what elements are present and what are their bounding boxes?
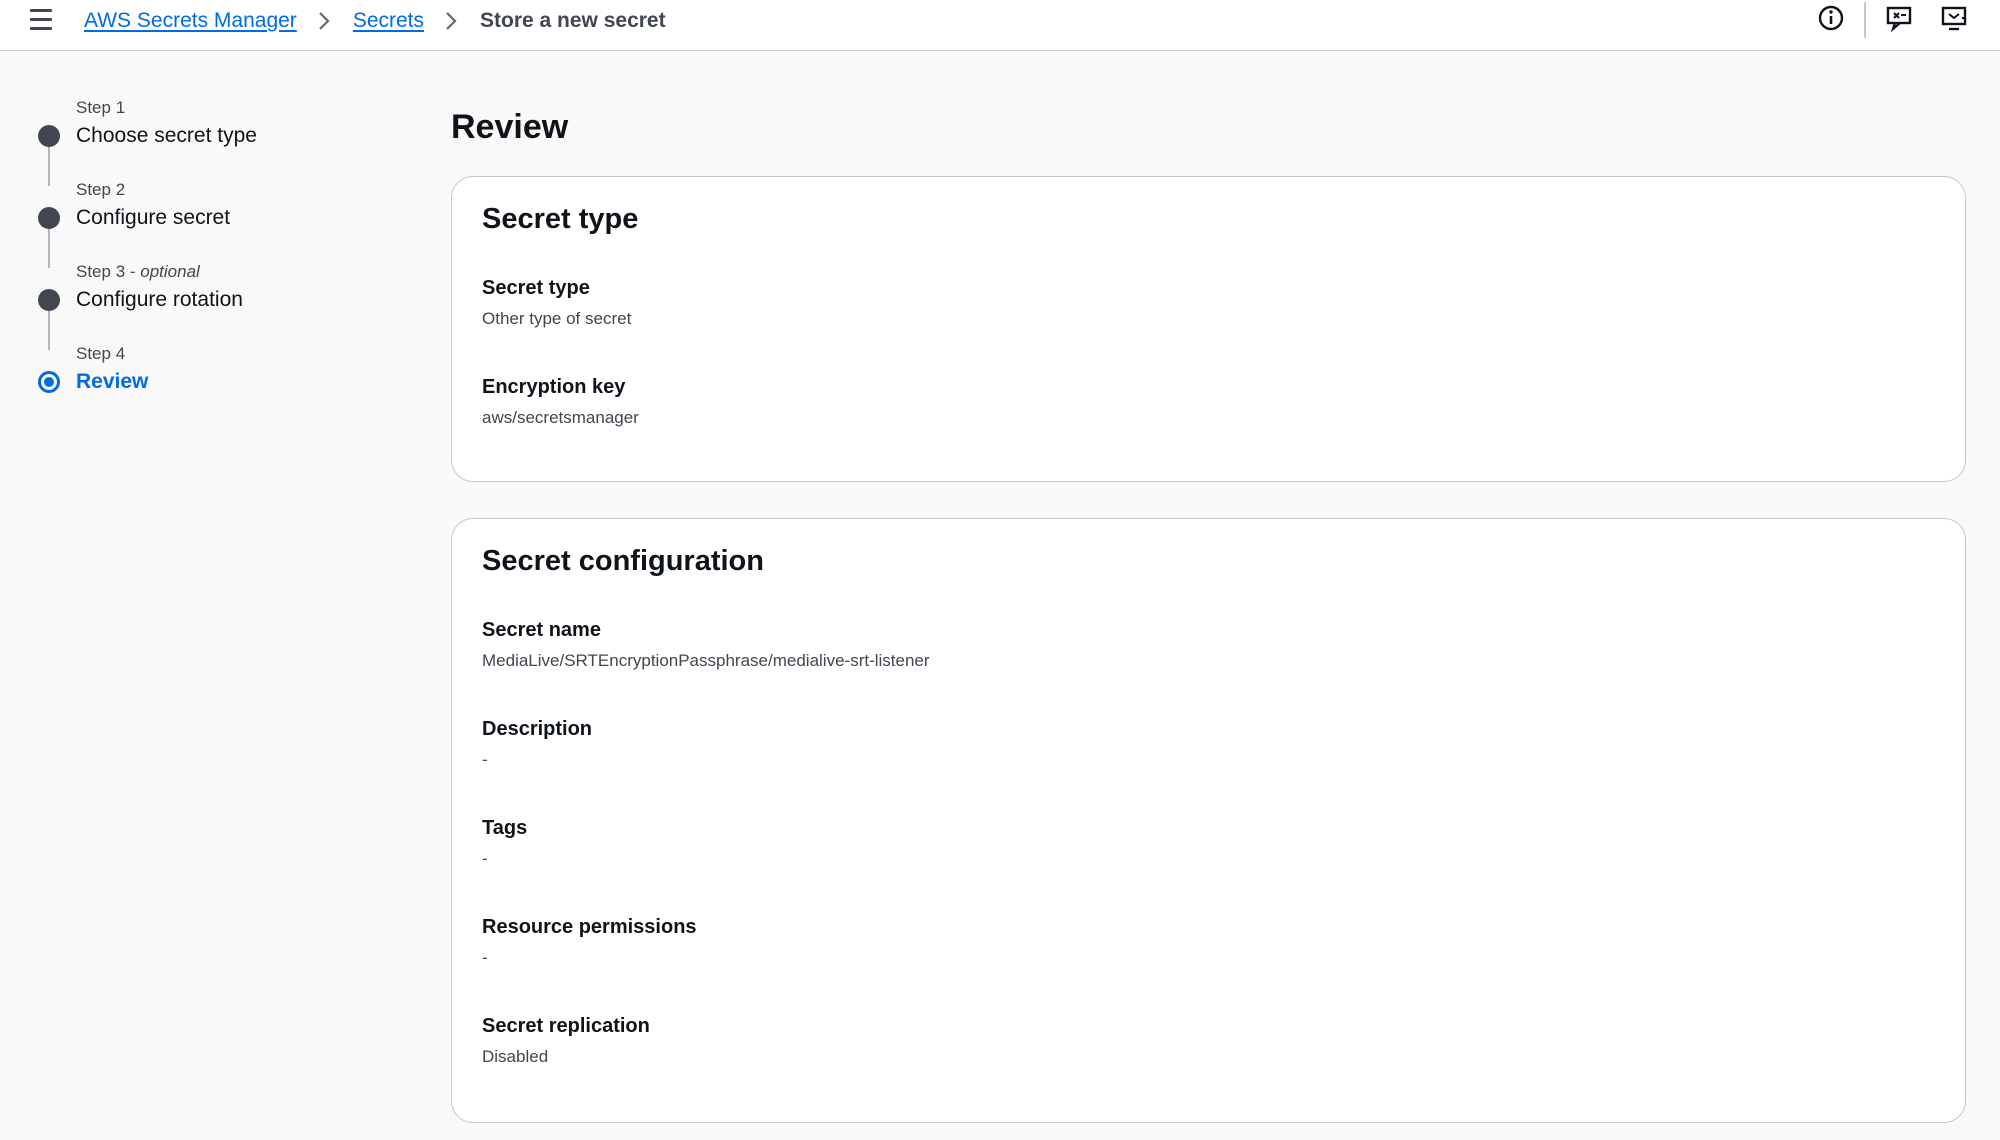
- page-title: Review: [451, 108, 569, 146]
- secret-type-card: Secret type Secret type Other type of se…: [451, 176, 1966, 482]
- step-3-optional-tag: optional: [140, 262, 200, 281]
- step-complete-indicator: [38, 289, 60, 311]
- step-2-title-link[interactable]: Configure secret: [76, 206, 230, 230]
- chat-notification-icon[interactable]: [1885, 4, 1913, 33]
- step-complete-indicator: [38, 125, 60, 147]
- breadcrumb-aws-secrets-manager[interactable]: AWS Secrets Manager: [84, 9, 297, 33]
- step-4-label: Step 4: [76, 344, 126, 363]
- secret-type-value: Other type of secret: [482, 309, 632, 328]
- toolbar-divider: [1864, 2, 1866, 38]
- secret-name-label: Secret name: [482, 619, 601, 641]
- step-1-label: Step 1: [76, 98, 126, 117]
- hamburger-menu-icon[interactable]: [30, 6, 60, 32]
- secret-replication-value: Disabled: [482, 1047, 549, 1066]
- chevron-right-icon: [444, 12, 460, 30]
- breadcrumb-current-page: Store a new secret: [480, 9, 666, 32]
- secret-type-card-title: Secret type: [482, 203, 639, 235]
- step-complete-indicator: [38, 207, 60, 229]
- resource-permissions-label: Resource permissions: [482, 916, 697, 938]
- step-3-label: Step 3 - optional: [76, 262, 200, 281]
- step-4-title-current: Review: [76, 370, 149, 393]
- step-1-title-link[interactable]: Choose secret type: [76, 124, 257, 148]
- secret-configuration-card: Secret configuration Secret name MediaLi…: [451, 518, 1966, 1123]
- step-3-title-link[interactable]: Configure rotation: [76, 288, 243, 312]
- step-3-label-text: Step 3: [76, 262, 126, 281]
- step-active-indicator: [38, 371, 60, 393]
- encryption-key-value: aws/secretsmanager: [482, 408, 639, 427]
- step-2-label: Step 2: [76, 180, 126, 199]
- tags-label: Tags: [482, 817, 528, 839]
- chevron-right-icon: [317, 12, 333, 30]
- encryption-key-label: Encryption key: [482, 376, 626, 398]
- description-value: -: [482, 750, 488, 769]
- secret-replication-label: Secret replication: [482, 1015, 650, 1037]
- resource-permissions-value: -: [482, 948, 488, 967]
- top-navigation-bar: AWS Secrets Manager Secrets Store a new …: [0, 0, 2000, 51]
- breadcrumb-secrets[interactable]: Secrets: [353, 9, 424, 33]
- description-label: Description: [482, 718, 593, 740]
- breadcrumb: AWS Secrets Manager Secrets Store a new …: [84, 6, 666, 36]
- secret-configuration-card-title: Secret configuration: [482, 545, 764, 577]
- info-icon[interactable]: [1817, 4, 1845, 32]
- wizard-steps: Step 1 Choose secret type Step 2 Configu…: [30, 92, 410, 412]
- secret-type-label: Secret type: [482, 277, 590, 299]
- tags-value: -: [482, 849, 488, 868]
- split-panel-icon[interactable]: [1940, 4, 1968, 32]
- secret-name-value: MediaLive/SRTEncryptionPassphrase/medial…: [482, 651, 930, 670]
